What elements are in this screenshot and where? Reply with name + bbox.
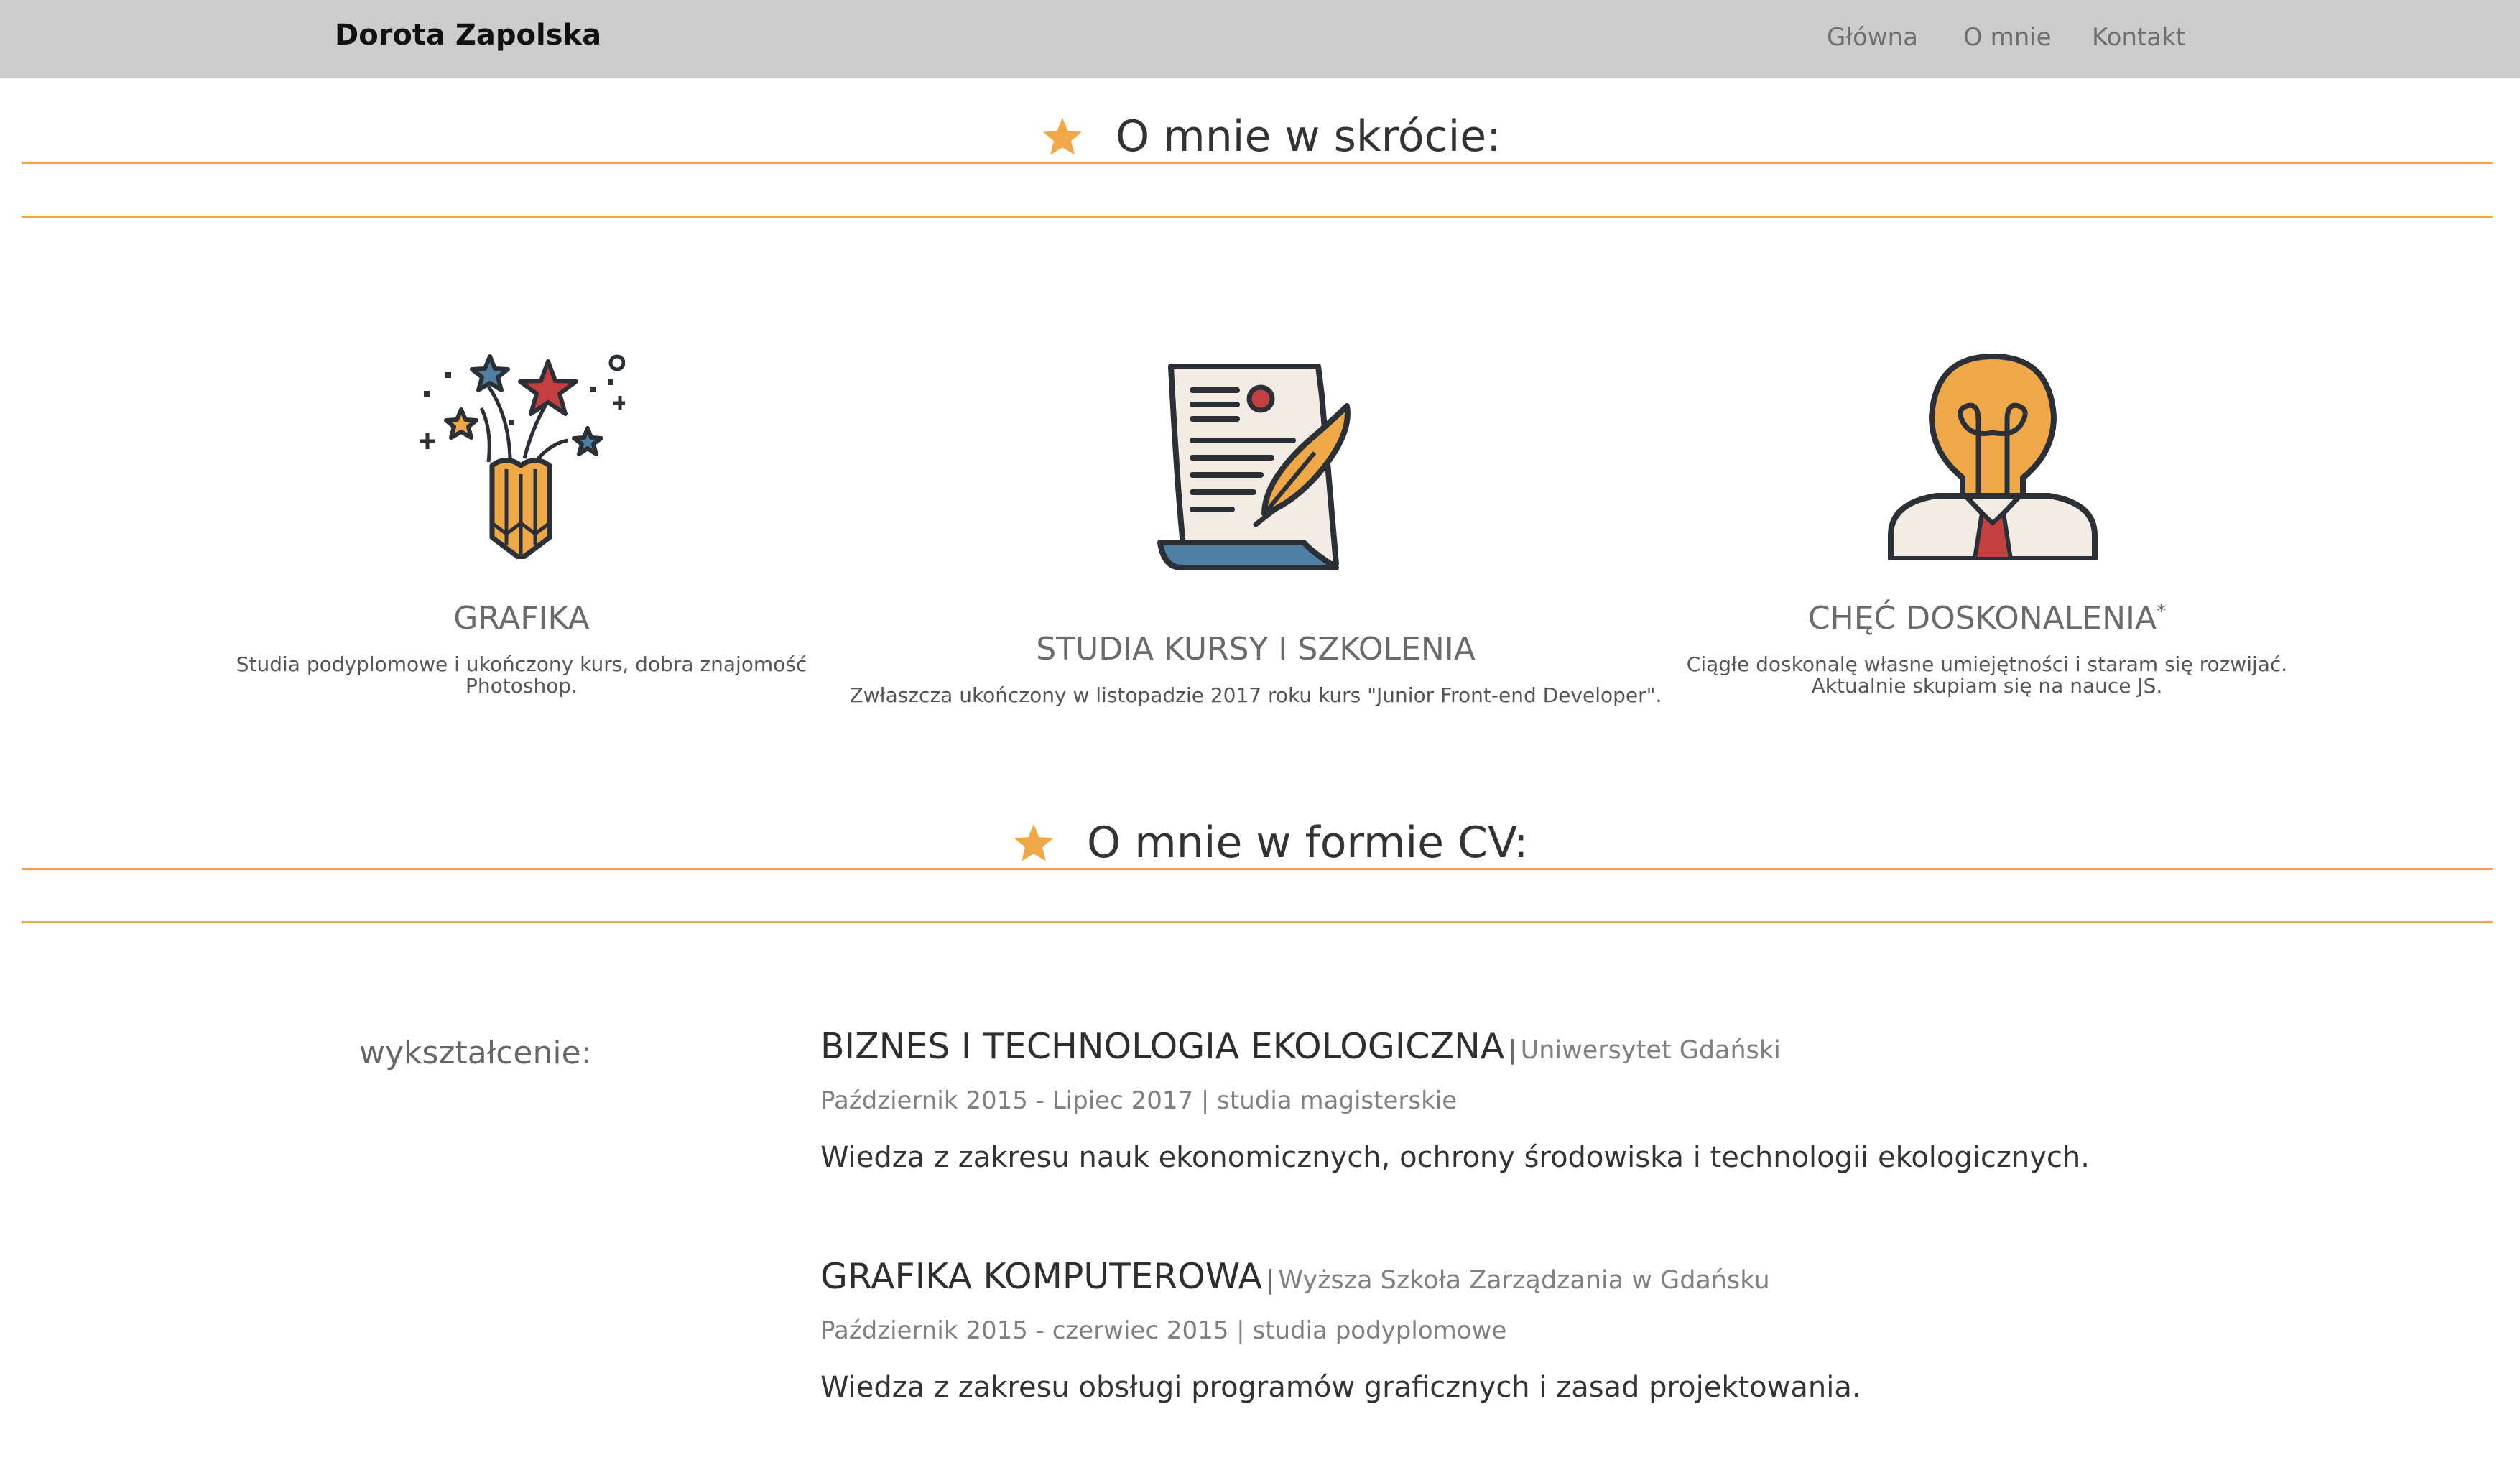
cv-entry-meta: Październik 2015 - Lipiec 2017 | studia … xyxy=(820,1086,1458,1115)
pencil-fireworks-icon xyxy=(420,354,625,559)
feature-title-studia: STUDIA KURSY I SZKOLENIA xyxy=(1036,631,1476,667)
feature-title-grafika: GRAFIKA xyxy=(453,600,590,637)
cv-entry-separator: | xyxy=(1266,1265,1275,1295)
cv-entry-heading: BIZNES I TECHNOLOGIA EKOLOGICZNA | Uniwe… xyxy=(820,1026,1781,1067)
document-quill-icon xyxy=(1157,364,1351,570)
cv-entry-school: Wyższa Szkoła Zarządzania w Gdańsku xyxy=(1278,1266,1770,1295)
cv-entry-title: GRAFIKA KOMPUTEROWA xyxy=(820,1256,1263,1297)
lightbulb-head-icon xyxy=(1888,354,2098,560)
cv-entry-title: BIZNES I TECHNOLOGIA EKOLOGICZNA xyxy=(820,1026,1505,1067)
feature-title-footnote-mark: * xyxy=(2157,601,2167,623)
brand-logo[interactable]: Dorota Zapolska xyxy=(335,19,601,52)
navbar: Dorota Zapolska Główna O mnie Kontakt xyxy=(0,0,2520,78)
education-label: wykształcenie: xyxy=(359,1035,592,1071)
divider xyxy=(22,216,2493,218)
cv-entry-description: Wiedza z zakresu nauk ekonomicznych, och… xyxy=(820,1141,2090,1174)
cv-entry-separator: | xyxy=(1508,1035,1517,1065)
section-title-cv: O mnie w formie CV: xyxy=(1087,818,1529,868)
section-title-about: O mnie w skrócie: xyxy=(1116,111,1501,162)
star-icon xyxy=(1014,823,1054,861)
nav-link-glowna[interactable]: Główna xyxy=(1827,23,1918,52)
star-icon xyxy=(1042,117,1083,155)
divider xyxy=(22,868,2493,870)
feature-title-doskonalenie: CHĘĆ DOSKONALENIA* xyxy=(1807,600,2167,637)
feature-desc-grafika: Studia podyplomowe i ukończony kurs, dob… xyxy=(236,652,807,698)
cv-entry-heading: GRAFIKA KOMPUTEROWA | Wyższa Szkoła Zarz… xyxy=(820,1256,1770,1297)
feature-desc-doskonalenie: Ciągłe doskonalę własne umiejętności i s… xyxy=(1686,652,2288,698)
cv-entry-school: Uniwersytet Gdański xyxy=(1520,1036,1781,1065)
cv-entry-meta: Październik 2015 - czerwiec 2015 | studi… xyxy=(820,1316,1507,1345)
divider xyxy=(22,921,2493,923)
divider xyxy=(22,162,2493,164)
nav-link-o-mnie[interactable]: O mnie xyxy=(1963,23,2052,52)
nav-link-kontakt[interactable]: Kontakt xyxy=(2092,23,2185,52)
feature-desc-studia: Zwłaszcza ukończony w listopadzie 2017 r… xyxy=(849,683,1662,707)
cv-entry-description: Wiedza z zakresu obsługi programów grafi… xyxy=(820,1371,1861,1404)
